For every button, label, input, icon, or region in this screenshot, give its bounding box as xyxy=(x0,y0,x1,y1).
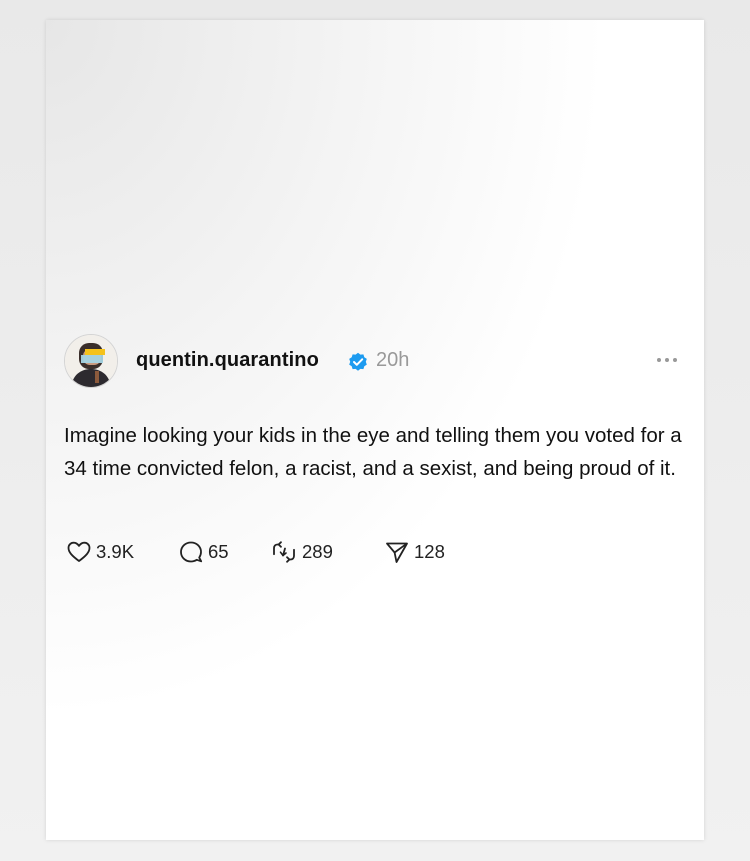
more-horizontal-icon[interactable] xyxy=(652,350,682,370)
post-header: quentin.quarantino 20h xyxy=(64,334,684,390)
repost-count: 289 xyxy=(302,541,333,562)
reply-button[interactable]: 65 xyxy=(178,538,229,566)
share-count: 128 xyxy=(414,541,445,562)
avatar-image xyxy=(65,335,117,387)
avatar[interactable] xyxy=(64,334,118,388)
share-button[interactable]: 128 xyxy=(384,538,445,566)
like-count: 3.9K xyxy=(96,541,135,562)
paper-plane-icon xyxy=(386,542,408,563)
username[interactable]: quentin.quarantino xyxy=(136,349,319,372)
post-actions: 3.9K 65 289 128 xyxy=(66,538,666,566)
repost-button[interactable]: 289 xyxy=(270,538,333,566)
post-timestamp: 20h xyxy=(376,349,410,371)
heart-icon xyxy=(67,541,91,562)
post: quentin.quarantino 20h Imagine looking y… xyxy=(64,334,684,563)
reply-count: 65 xyxy=(208,541,229,562)
post-text: Imagine looking your kids in the eye and… xyxy=(64,424,682,480)
verified-badge-icon xyxy=(349,352,367,371)
post-card: quentin.quarantino 20h Imagine looking y… xyxy=(46,20,704,840)
like-button[interactable]: 3.9K xyxy=(66,538,134,566)
repost-icon xyxy=(273,541,295,563)
speech-bubble-icon xyxy=(180,541,203,563)
